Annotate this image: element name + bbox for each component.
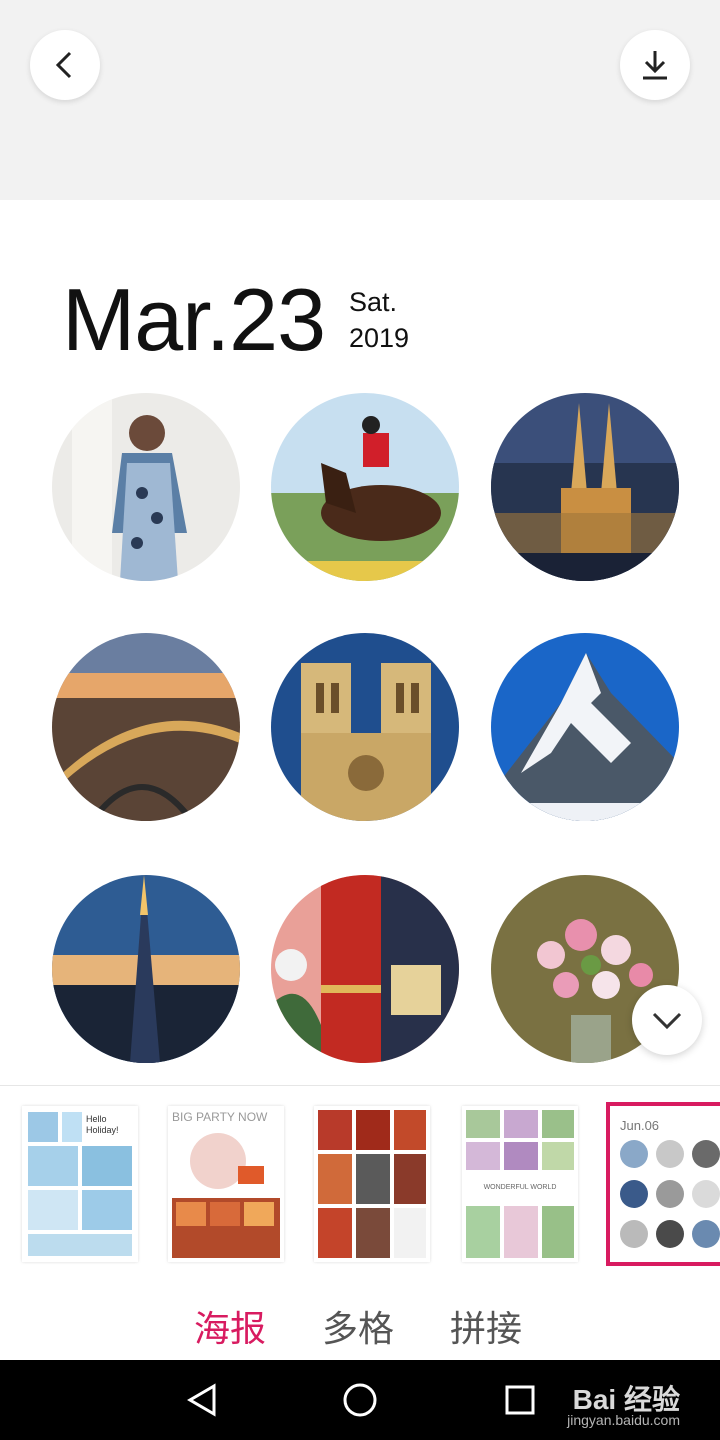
template-5[interactable]: Jun.06 [606, 1102, 720, 1266]
expand-button[interactable] [632, 985, 702, 1055]
photo-red-curtain[interactable] [271, 875, 459, 1063]
chevron-down-icon [652, 1012, 682, 1030]
tab-poster[interactable]: 海报 [194, 1300, 266, 1352]
weekday: Sat. [349, 287, 398, 317]
watermark-url: jingyan.baidu.com [567, 1412, 680, 1428]
home-circle-icon[interactable] [342, 1382, 378, 1418]
back-button[interactable] [30, 30, 100, 100]
template-1[interactable]: Hello Holiday! [22, 1106, 138, 1262]
recents-square-icon[interactable] [502, 1382, 538, 1418]
photo-city-bridge[interactable] [52, 633, 240, 821]
photo-cathedral-night[interactable] [491, 393, 679, 581]
template-strip: Hello Holiday! BIG PARTY NOW WONDERFUL W… [0, 1085, 720, 1271]
system-nav-bar: Bai 经验 jingyan.baidu.com [0, 1360, 720, 1440]
template-5-title: Jun.06 [620, 1118, 660, 1133]
date-side: Sat. 2019 [349, 284, 409, 356]
photo-matterhorn[interactable] [491, 633, 679, 821]
photo-shard-tower[interactable] [52, 875, 240, 1063]
chevron-left-icon [55, 51, 72, 79]
template-1-title: Hello Holiday! [86, 1114, 119, 1135]
back-triangle-icon[interactable] [184, 1382, 220, 1418]
date-big: Mar.23 [62, 270, 326, 369]
mode-tabs: 海报 多格 拼接 [0, 1290, 720, 1360]
template-4-title: WONDERFUL WORLD [483, 1184, 557, 1191]
download-button[interactable] [620, 30, 690, 100]
photo-notre-dame[interactable] [271, 633, 459, 821]
download-icon [643, 51, 667, 80]
template-4[interactable]: WONDERFUL WORLD [462, 1106, 578, 1262]
template-2[interactable]: BIG PARTY NOW [168, 1106, 284, 1262]
photo-horse-rider[interactable] [271, 393, 459, 581]
top-bar [0, 0, 720, 200]
year: 2019 [349, 323, 410, 353]
photo-woman-portrait[interactable] [52, 393, 240, 581]
tab-stitch[interactable]: 拼接 [450, 1300, 522, 1352]
template-2-title: BIG PARTY NOW [172, 1110, 268, 1124]
tab-grid[interactable]: 多格 [322, 1300, 394, 1352]
poster-preview[interactable]: Mar.23 Sat. 2019 [0, 200, 720, 1085]
template-3[interactable] [314, 1106, 430, 1262]
